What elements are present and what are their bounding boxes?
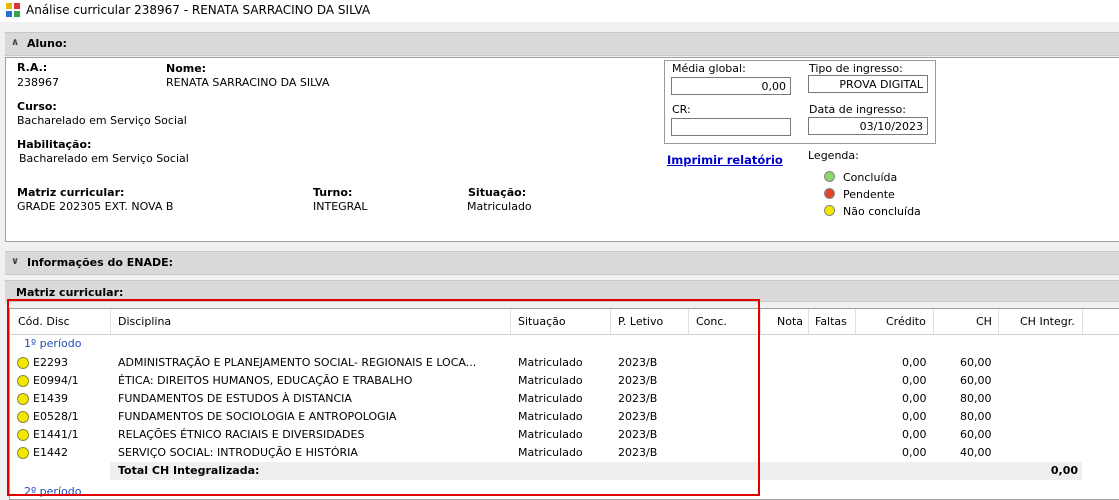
habilitacao-label: Habilitação:: [17, 138, 92, 151]
ra-value: 238967: [17, 76, 59, 89]
cell-ch: 80,00: [960, 410, 992, 423]
legenda-concluida: Concluída: [843, 171, 898, 184]
col-credito[interactable]: Crédito: [886, 315, 926, 328]
legenda-nao-concluida: Não concluída: [843, 205, 921, 218]
imprimir-relatorio-link[interactable]: Imprimir relatório: [667, 153, 783, 167]
app-icon: [6, 3, 20, 17]
legenda-pendente: Pendente: [843, 188, 895, 201]
cell-credito: 0,00: [902, 446, 927, 459]
cell-credito: 0,00: [902, 428, 927, 441]
cell-ch: 60,00: [960, 428, 992, 441]
matriz-value: GRADE 202305 EXT. NOVA B: [17, 200, 174, 213]
enade-section-header[interactable]: ∨ Informações do ENADE:: [5, 251, 1119, 275]
situacao-label: Situação:: [468, 186, 527, 199]
chevron-down-icon: ∨: [11, 256, 20, 267]
cell-credito: 0,00: [902, 410, 927, 423]
col-ch[interactable]: CH: [976, 315, 992, 328]
media-label: Média global:: [672, 62, 746, 75]
media-field[interactable]: 0,00: [671, 77, 791, 95]
legenda-label: Legenda:: [808, 149, 859, 162]
window-title: Análise curricular 238967 - RENATA SARRA…: [26, 3, 371, 17]
total-value: 0,00: [1050, 464, 1078, 477]
chevron-up-icon: ∧: [11, 37, 20, 48]
concluida-dot-icon: [824, 171, 835, 182]
turno-value: INTEGRAL: [313, 200, 368, 213]
cell-ch: 60,00: [960, 374, 992, 387]
cell-ch: 80,00: [960, 392, 992, 405]
cr-field[interactable]: [671, 118, 791, 136]
col-nota[interactable]: Nota: [777, 315, 803, 328]
habilitacao-value: Bacharelado em Serviço Social: [19, 152, 189, 165]
aluno-section-label: Aluno:: [27, 37, 67, 50]
pendente-dot-icon: [824, 188, 835, 199]
curso-label: Curso:: [17, 100, 57, 113]
cell-credito: 0,00: [902, 392, 927, 405]
nao-concluida-dot-icon: [824, 205, 835, 216]
col-ch-integr[interactable]: CH Integr.: [1020, 315, 1075, 328]
cr-label: CR:: [672, 103, 691, 116]
cell-ch: 60,00: [960, 356, 992, 369]
tipo-ingresso-label: Tipo de ingresso:: [809, 62, 903, 75]
enade-section-label: Informações do ENADE:: [27, 256, 174, 269]
turno-label: Turno:: [313, 186, 353, 199]
cell-ch: 40,00: [960, 446, 992, 459]
col-faltas[interactable]: Faltas: [815, 315, 847, 328]
highlight-box: [7, 299, 760, 496]
matriz-section-label: Matriz curricular:: [16, 286, 124, 299]
cell-credito: 0,00: [902, 356, 927, 369]
curso-value: Bacharelado em Serviço Social: [17, 114, 187, 127]
ra-label: R.A.:: [17, 61, 48, 74]
tipo-ingresso-field[interactable]: PROVA DIGITAL: [808, 75, 928, 93]
nome-label: Nome:: [166, 62, 207, 75]
window-titlebar: Análise curricular 238967 - RENATA SARRA…: [0, 0, 1119, 22]
matriz-label: Matriz curricular:: [17, 186, 125, 199]
situacao-value: Matriculado: [467, 200, 532, 213]
data-ingresso-label: Data de ingresso:: [809, 103, 906, 116]
data-ingresso-field[interactable]: 03/10/2023: [808, 117, 928, 135]
aluno-section-header[interactable]: ∧ Aluno:: [5, 32, 1119, 56]
cell-credito: 0,00: [902, 374, 927, 387]
nome-value: RENATA SARRACINO DA SILVA: [166, 76, 330, 89]
